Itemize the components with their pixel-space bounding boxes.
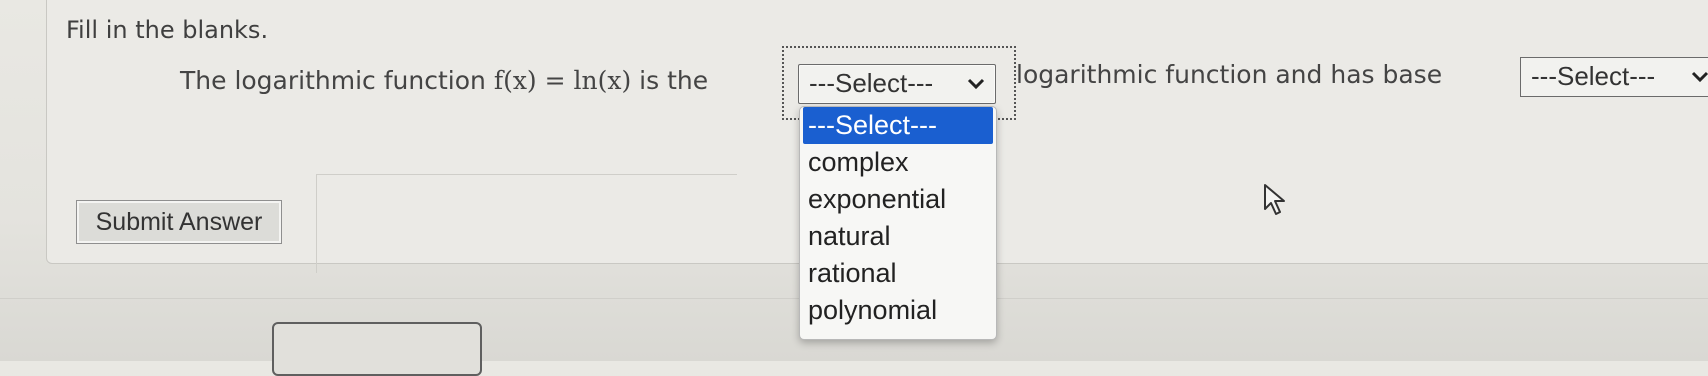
instruction-text: Fill in the blanks. xyxy=(66,16,269,44)
question-middle: logarithmic function and has base xyxy=(1016,60,1443,89)
submit-answer-button[interactable]: Submit Answer xyxy=(76,200,282,244)
chevron-down-icon xyxy=(1689,58,1708,101)
details-button[interactable] xyxy=(272,322,482,376)
option-select[interactable]: ---Select--- xyxy=(803,107,993,144)
math-expression: f(x) = ln(x) xyxy=(493,66,632,95)
question-prefix: The logarithmic function xyxy=(180,66,494,95)
question-is-the: is the xyxy=(631,66,709,95)
option-exponential[interactable]: exponential xyxy=(800,181,996,218)
blank-1-select[interactable]: ---Select--- xyxy=(798,64,996,104)
option-complex[interactable]: complex xyxy=(800,144,996,181)
option-natural[interactable]: natural xyxy=(800,218,996,255)
option-polynomial[interactable]: polynomial xyxy=(800,292,996,329)
option-rational[interactable]: rational xyxy=(800,255,996,292)
mouse-pointer-icon xyxy=(1262,182,1290,222)
blank-1-value: ---Select--- xyxy=(809,68,934,98)
answer-area-outline xyxy=(316,174,737,273)
blank-2-value: ---Select--- xyxy=(1531,61,1656,91)
blank-1-dropdown-list: ---Select--- complex exponential natural… xyxy=(799,106,997,340)
chevron-down-icon xyxy=(965,65,987,108)
question-sentence: The logarithmic function f(x) = ln(x) is… xyxy=(180,66,708,95)
blank-2-select[interactable]: ---Select--- xyxy=(1520,57,1708,97)
